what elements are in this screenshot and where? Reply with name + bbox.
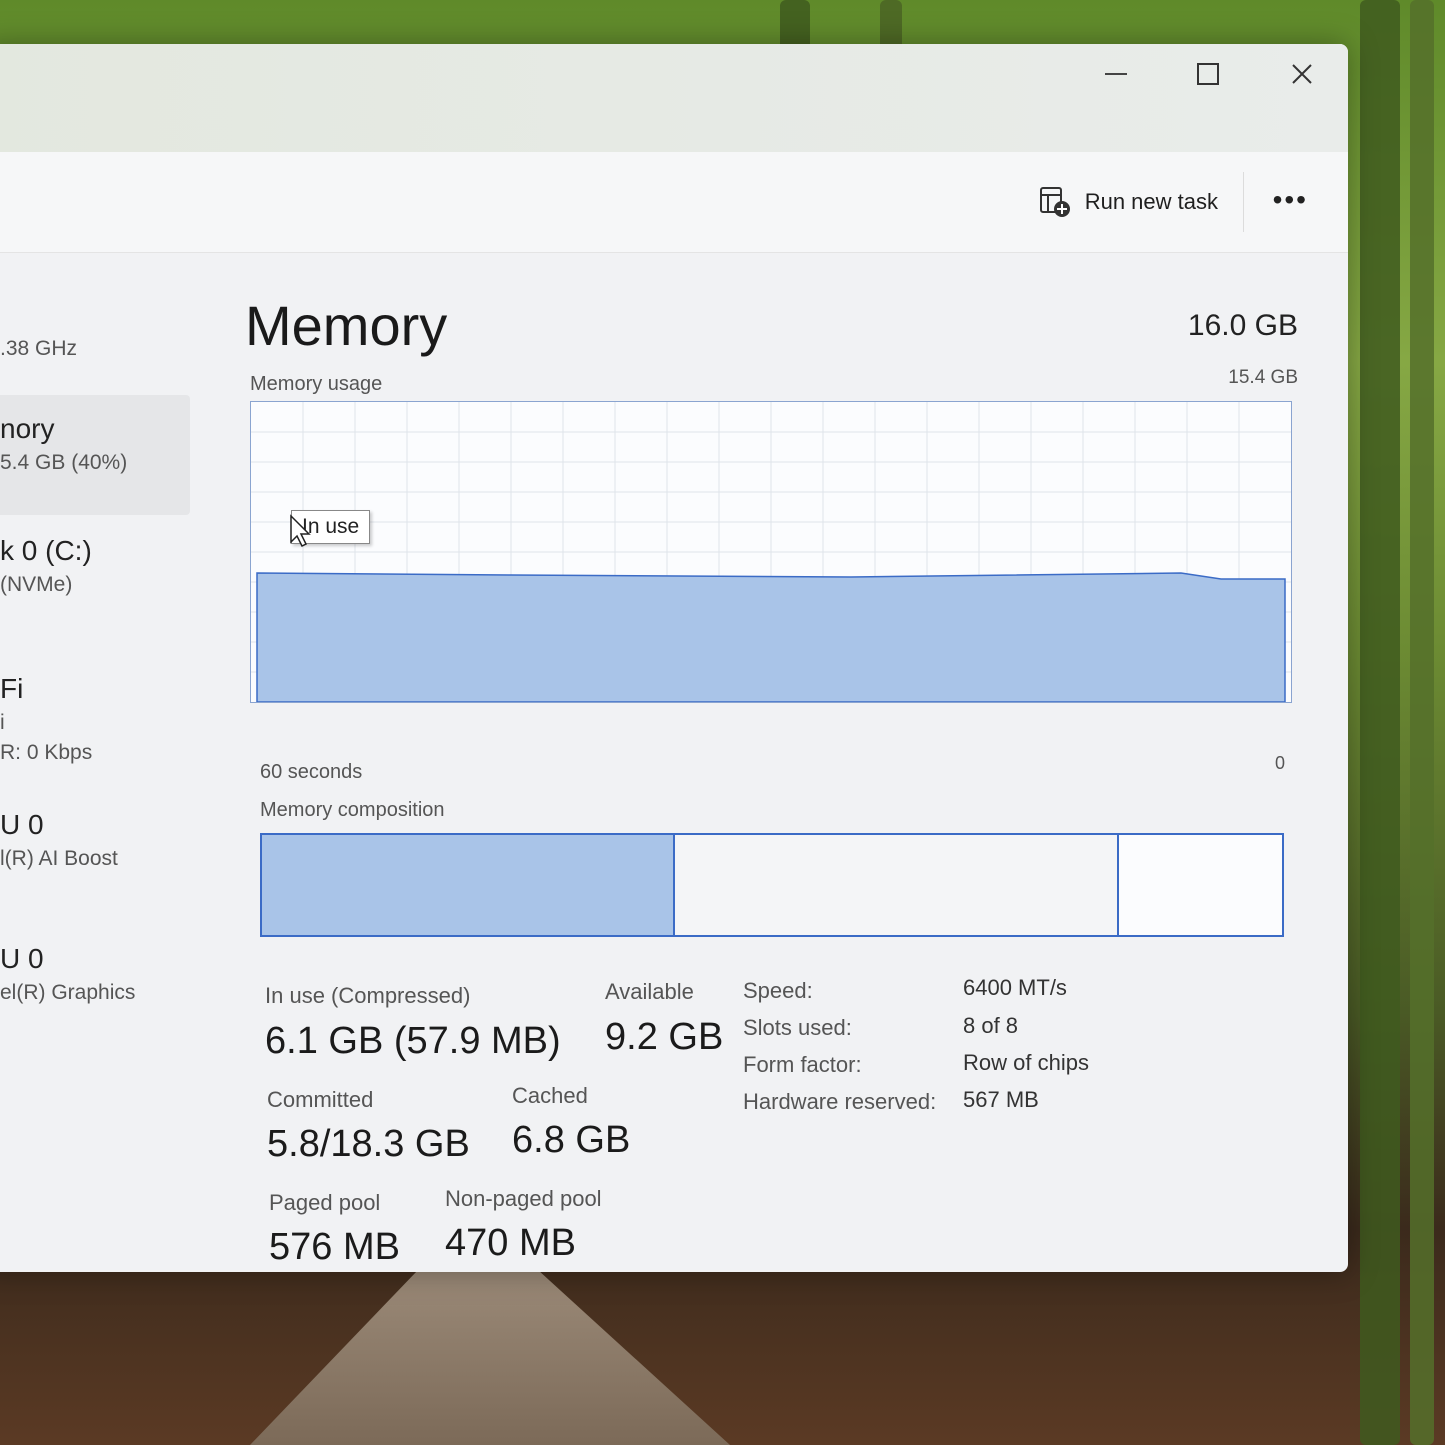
committed-label: Committed	[267, 1087, 374, 1112]
minimize-button[interactable]	[1086, 52, 1146, 96]
sidebar-item-sub: i	[0, 711, 5, 734]
sidebar-item-title: nory	[0, 413, 55, 444]
memory-panel: Memory 16.0 GB Memory usage 15.4 GB In u…	[245, 253, 1298, 1272]
paged-pool-value: 576 MB	[269, 1226, 400, 1268]
sidebar-item-title: U 0	[0, 809, 44, 840]
close-button[interactable]	[1272, 52, 1332, 96]
sidebar-item-memory[interactable]: nory 5.4 GB (40%)	[0, 395, 190, 515]
task-manager-window: Run new task ••• .38 GHz nory 5.4 GB (40…	[0, 44, 1348, 1272]
form-factor-value: Row of chips	[963, 1050, 1089, 1075]
paged-pool-label: Paged pool	[269, 1190, 381, 1215]
hardware-reserved-label: Hardware reserved:	[743, 1089, 937, 1114]
composition-segment	[1117, 835, 1282, 935]
minimize-icon	[1105, 73, 1127, 75]
hardware-reserved-value: 567 MB	[963, 1087, 1039, 1112]
cached-label: Cached	[512, 1083, 588, 1108]
run-new-task-button[interactable]: Run new task	[1039, 180, 1218, 224]
sidebar-item-title: k 0 (C:)	[0, 535, 92, 566]
nonpaged-pool-label: Non-paged pool	[445, 1186, 602, 1211]
mouse-cursor-icon	[290, 514, 311, 548]
in-use-label: In use (Compressed)	[265, 983, 471, 1008]
close-icon	[1292, 64, 1312, 84]
bamboo-trunk	[1410, 0, 1434, 1445]
sidebar-item-npu[interactable]: U 0 l(R) AI Boost	[0, 809, 190, 871]
run-task-icon	[1039, 187, 1070, 217]
sidebar-item-sub: R: 0 Kbps	[0, 741, 93, 764]
title-bar	[0, 44, 1348, 152]
sidebar-item-gpu[interactable]: U 0 el(R) Graphics	[0, 943, 190, 1005]
sidebar-item-sub: 5.4 GB (40%)	[0, 451, 128, 474]
performance-sidebar: .38 GHz nory 5.4 GB (40%) k 0 (C:) (NVMe…	[0, 253, 190, 1272]
memory-usage-max: 15.4 GB	[1228, 367, 1298, 388]
sidebar-item-cpu[interactable]: .38 GHz	[0, 331, 190, 361]
run-new-task-label: Run new task	[1084, 189, 1218, 214]
sidebar-item-title: Fi	[0, 673, 24, 704]
slots-value: 8 of 8	[963, 1013, 1019, 1038]
cached-value: 6.8 GB	[512, 1119, 631, 1161]
sidebar-item-sub: .38 GHz	[0, 337, 78, 360]
memory-usage-label: Memory usage	[250, 373, 383, 395]
command-bar: Run new task •••	[0, 152, 1348, 253]
memory-composition-label: Memory composition	[260, 799, 445, 821]
available-label: Available	[605, 979, 694, 1004]
sidebar-item-title: U 0	[0, 943, 44, 974]
sidebar-item-sub: el(R) Graphics	[0, 981, 136, 1004]
usage-graph-svg	[251, 402, 1291, 703]
graph-time-end: 0	[1275, 753, 1286, 773]
walking-path	[250, 1270, 730, 1445]
maximize-icon	[1197, 63, 1219, 85]
command-separator	[1243, 172, 1244, 232]
slots-label: Slots used:	[743, 1015, 852, 1040]
speed-label: Speed:	[743, 978, 813, 1003]
nonpaged-pool-value: 470 MB	[445, 1222, 576, 1264]
bamboo-trunk	[1360, 0, 1400, 1445]
memory-total: 16.0 GB	[1187, 309, 1298, 342]
sidebar-item-sub: (NVMe)	[0, 573, 73, 596]
maximize-button[interactable]	[1178, 52, 1238, 96]
usage-area	[256, 572, 1286, 703]
page-title: Memory	[245, 294, 448, 357]
memory-composition-bar	[260, 833, 1284, 937]
available-value: 9.2 GB	[605, 1016, 724, 1058]
composition-segment	[673, 835, 1118, 935]
sidebar-item-sub: l(R) AI Boost	[0, 847, 118, 870]
memory-usage-graph: In use	[250, 401, 1292, 703]
speed-value: 6400 MT/s	[963, 975, 1067, 1000]
in-use-value: 6.1 GB (57.9 MB)	[265, 1020, 561, 1062]
more-options-button[interactable]: •••	[1273, 184, 1308, 216]
committed-value: 5.8/18.3 GB	[267, 1123, 470, 1165]
form-factor-label: Form factor:	[743, 1052, 862, 1077]
graph-time-span: 60 seconds	[260, 761, 363, 783]
sidebar-item-wifi[interactable]: Fi i R: 0 Kbps	[0, 673, 190, 765]
sidebar-item-disk[interactable]: k 0 (C:) (NVMe)	[0, 535, 190, 597]
composition-segment	[262, 835, 674, 935]
